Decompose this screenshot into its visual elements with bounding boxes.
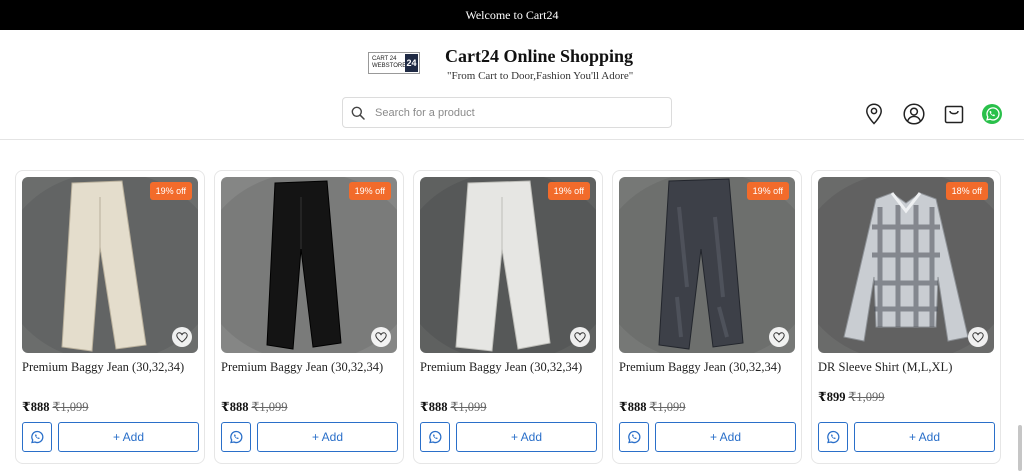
heart-icon[interactable] bbox=[570, 327, 590, 347]
cart-icon[interactable] bbox=[942, 102, 966, 126]
sale-price: ₹888 bbox=[221, 400, 249, 414]
sale-price: ₹888 bbox=[420, 400, 448, 414]
product-card[interactable]: 18% off DR Sleeve Shirt (M,L,XL) ₹899 ₹1,… bbox=[811, 170, 1001, 464]
sale-price: ₹899 bbox=[818, 390, 846, 404]
product-image[interactable]: 19% off bbox=[221, 177, 397, 353]
scrollbar-thumb[interactable] bbox=[1018, 425, 1022, 471]
heart-icon[interactable] bbox=[968, 327, 988, 347]
product-image[interactable]: 19% off bbox=[22, 177, 198, 353]
product-name[interactable]: Premium Baggy Jean (30,32,34) bbox=[619, 358, 797, 376]
discount-badge: 19% off bbox=[348, 182, 391, 200]
product-card[interactable]: 19% off Premium Baggy Jean (30,32,34) ₹8… bbox=[612, 170, 802, 464]
whatsapp-icon bbox=[31, 430, 44, 444]
sale-price: ₹888 bbox=[22, 400, 50, 414]
discount-badge: 18% off bbox=[945, 182, 988, 200]
whatsapp-order-button[interactable] bbox=[818, 422, 848, 452]
site-tagline: "From Cart to Door,Fashion You'll Adore" bbox=[447, 70, 634, 82]
whatsapp-order-button[interactable] bbox=[221, 422, 251, 452]
product-image[interactable]: 18% off bbox=[818, 177, 994, 353]
heart-icon[interactable] bbox=[769, 327, 789, 347]
product-image[interactable]: 19% off bbox=[420, 177, 596, 353]
product-name[interactable]: DR Sleeve Shirt (M,L,XL) bbox=[818, 358, 996, 376]
add-to-cart-button[interactable]: + Add bbox=[58, 422, 199, 452]
sale-price: ₹888 bbox=[619, 400, 647, 414]
search-bar[interactable] bbox=[342, 97, 672, 128]
discount-badge: 19% off bbox=[746, 182, 789, 200]
whatsapp-icon bbox=[230, 430, 243, 444]
logo[interactable]: CART 24 WEBSTORE 24 bbox=[368, 52, 420, 74]
whatsapp-icon bbox=[429, 430, 442, 444]
original-price: ₹1,099 bbox=[52, 400, 89, 414]
product-price: ₹888 ₹1,099 bbox=[420, 399, 487, 415]
original-price: ₹1,099 bbox=[450, 400, 487, 414]
whatsapp-icon bbox=[628, 430, 641, 444]
announcement-bar: Welcome to Cart24 bbox=[0, 0, 1024, 30]
logo-mark: 24 bbox=[405, 54, 418, 72]
heart-icon[interactable] bbox=[371, 327, 391, 347]
discount-badge: 19% off bbox=[149, 182, 192, 200]
product-card[interactable]: 19% off Premium Baggy Jean (30,32,34) ₹8… bbox=[15, 170, 205, 464]
site-header: CART 24 WEBSTORE 24 Cart24 Online Shoppi… bbox=[0, 30, 1024, 140]
search-icon bbox=[351, 106, 365, 120]
original-price: ₹1,099 bbox=[649, 400, 686, 414]
original-price: ₹1,099 bbox=[251, 400, 288, 414]
product-name[interactable]: Premium Baggy Jean (30,32,34) bbox=[22, 358, 200, 376]
product-card[interactable]: 19% off Premium Baggy Jean (30,32,34) ₹8… bbox=[214, 170, 404, 464]
add-to-cart-button[interactable]: + Add bbox=[655, 422, 796, 452]
announcement-text: Welcome to Cart24 bbox=[465, 7, 559, 22]
product-price: ₹899 ₹1,099 bbox=[818, 389, 885, 405]
search-input[interactable] bbox=[375, 106, 655, 119]
user-icon[interactable] bbox=[902, 102, 926, 126]
product-name[interactable]: Premium Baggy Jean (30,32,34) bbox=[420, 358, 598, 376]
product-price: ₹888 ₹1,099 bbox=[619, 399, 686, 415]
site-title: Cart24 Online Shopping bbox=[445, 46, 634, 66]
whatsapp-order-button[interactable] bbox=[420, 422, 450, 452]
product-grid: 19% off Premium Baggy Jean (30,32,34) ₹8… bbox=[15, 170, 1005, 473]
product-price: ₹888 ₹1,099 bbox=[22, 399, 89, 415]
page-scrollbar[interactable] bbox=[1016, 140, 1024, 473]
add-to-cart-button[interactable]: + Add bbox=[854, 422, 995, 452]
whatsapp-icon[interactable] bbox=[980, 102, 1004, 126]
original-price: ₹1,099 bbox=[848, 390, 885, 404]
product-name[interactable]: Premium Baggy Jean (30,32,34) bbox=[221, 358, 399, 376]
product-card[interactable]: 19% off Premium Baggy Jean (30,32,34) ₹8… bbox=[413, 170, 603, 464]
whatsapp-order-button[interactable] bbox=[619, 422, 649, 452]
location-icon[interactable] bbox=[862, 102, 886, 126]
add-to-cart-button[interactable]: + Add bbox=[257, 422, 398, 452]
product-image[interactable]: 19% off bbox=[619, 177, 795, 353]
whatsapp-icon bbox=[827, 430, 840, 444]
discount-badge: 19% off bbox=[547, 182, 590, 200]
whatsapp-order-button[interactable] bbox=[22, 422, 52, 452]
heart-icon[interactable] bbox=[172, 327, 192, 347]
product-price: ₹888 ₹1,099 bbox=[221, 399, 288, 415]
add-to-cart-button[interactable]: + Add bbox=[456, 422, 597, 452]
logo-text: CART 24 WEBSTORE bbox=[372, 56, 407, 69]
